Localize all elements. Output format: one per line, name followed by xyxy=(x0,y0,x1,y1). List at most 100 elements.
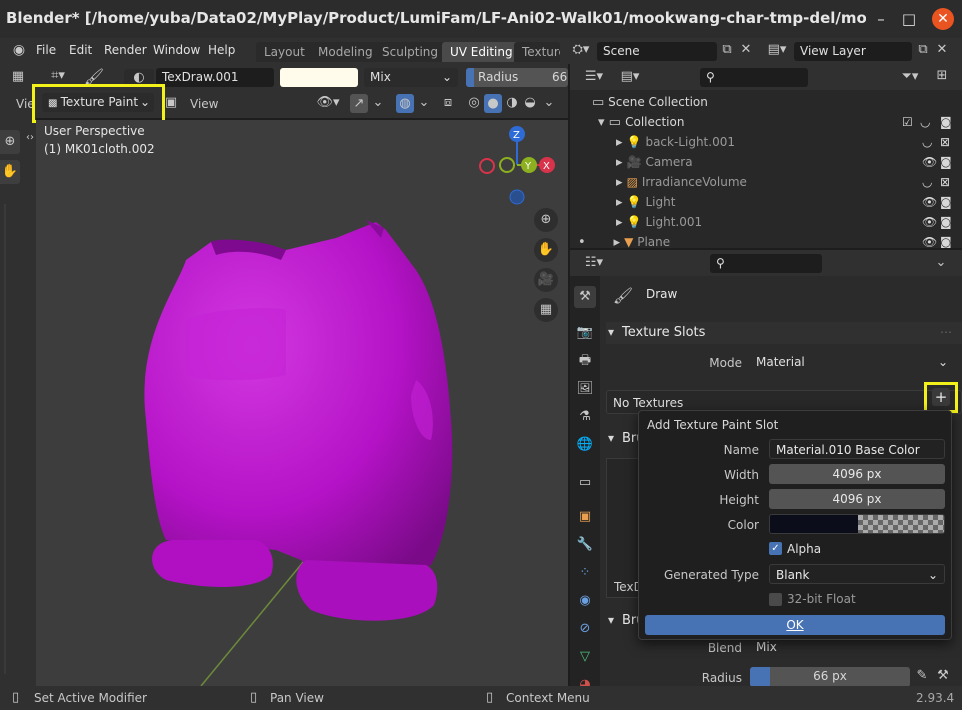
tool-tab-icon[interactable]: ⚒ xyxy=(574,286,596,308)
mode-select[interactable]: ▩ Texture Paint ⌄ xyxy=(42,93,154,112)
properties-editor-icon[interactable]: ☷▾ xyxy=(580,255,608,270)
scene-icon[interactable]: ⛭▾ xyxy=(566,42,596,57)
tool-icon[interactable]: ⌗▾ xyxy=(44,68,72,83)
xray-toggle-icon[interactable]: ⧈ xyxy=(440,95,456,110)
unified-size-icon[interactable]: ⚒ xyxy=(934,668,952,683)
eye-icon[interactable]: ◡ xyxy=(920,112,930,132)
view-layer-tab-icon[interactable]: 🖼 xyxy=(574,378,596,400)
tab-layout[interactable]: Layout xyxy=(256,42,313,62)
scene-name-field[interactable]: Scene xyxy=(597,42,717,61)
mask-toggle-icon[interactable]: ▣ xyxy=(164,95,178,110)
eye-icon[interactable]: ◡ xyxy=(922,172,932,192)
navigation-gizmo[interactable]: Z X Y xyxy=(476,124,562,210)
drag-handle-icon[interactable]: ⋯ xyxy=(940,325,952,339)
outliner-item[interactable]: ▸ 💡 Light 👁 ◙ xyxy=(616,192,962,212)
tab-sculpting[interactable]: Sculpting xyxy=(374,42,447,62)
brush2-panel-header[interactable]: ▾ Bru xyxy=(606,610,645,632)
editor-type-icon[interactable]: ▦ xyxy=(8,69,28,84)
output-tab-icon[interactable]: 🖶 xyxy=(574,350,596,372)
ok-button[interactable]: OK xyxy=(645,615,945,635)
neg-x-handle[interactable] xyxy=(479,158,495,174)
outliner-item[interactable]: ▸ ▨ IrradianceVolume ◡ ⊠ xyxy=(616,172,962,192)
float-checkbox[interactable] xyxy=(769,593,782,606)
collection-tab-icon[interactable]: ▭ xyxy=(574,472,596,494)
mode-select[interactable]: Material ⌄ xyxy=(750,352,954,372)
checkbox-icon[interactable]: ☑ xyxy=(902,112,913,132)
name-field[interactable]: Material.010 Base Color xyxy=(769,439,945,459)
display-mode-icon[interactable]: ▤▾ xyxy=(616,69,644,84)
alpha-checkbox[interactable]: ✓ xyxy=(769,542,782,555)
color-swatch[interactable] xyxy=(769,514,945,534)
outliner-item[interactable]: ▸ 💡 Light.001 👁 ◙ xyxy=(616,212,962,232)
collection-row[interactable]: ▾ ▭ Collection ☑ ◡ ◙ xyxy=(598,112,962,132)
menu-help[interactable]: Help xyxy=(208,43,235,57)
constraints-tab-icon[interactable]: ⊘ xyxy=(574,618,596,640)
outliner-editor-icon[interactable]: ☰▾ xyxy=(580,69,608,84)
camera-icon[interactable]: ⊠ xyxy=(940,132,950,152)
new-collection-icon[interactable]: ⊞ xyxy=(932,68,952,83)
radius-slider[interactable]: 66 px xyxy=(750,667,910,686)
overlay-toggle-icon[interactable]: ◍ xyxy=(396,94,414,113)
brush-panel-header[interactable]: ▾ Bru xyxy=(606,428,645,450)
blender-logo-icon[interactable]: ◉ xyxy=(10,42,28,58)
eye-icon[interactable]: 👁 xyxy=(922,152,937,172)
brush-name-field[interactable]: TexDraw.001 xyxy=(156,68,274,87)
chevron-down-icon[interactable]: ⌄ xyxy=(932,255,950,270)
modifier-tab-icon[interactable]: 🔧 xyxy=(574,534,596,556)
view-menu[interactable]: View xyxy=(190,97,218,111)
menu-edit[interactable]: Edit xyxy=(69,43,92,57)
radius-slider[interactable]: Radius 66 xyxy=(466,68,568,87)
copy-scene-icon[interactable]: ⧉ xyxy=(718,42,736,57)
outliner-item[interactable]: • ▸ ▼ Plane 👁 ◙ xyxy=(578,232,962,248)
camera-view-icon[interactable]: 🎥 xyxy=(534,268,558,292)
close-button[interactable]: ✕ xyxy=(932,8,954,30)
camera-icon[interactable]: ◙ xyxy=(940,212,952,232)
eye-icon[interactable]: 👁 xyxy=(922,232,937,248)
camera-icon[interactable]: ◙ xyxy=(940,192,952,212)
properties-search[interactable]: ⚲ xyxy=(710,254,822,273)
collapse-arrow-icon[interactable]: ‹› xyxy=(24,132,36,143)
pen-pressure-icon[interactable]: ✎ xyxy=(914,668,930,683)
data-tab-icon[interactable]: ▽ xyxy=(574,646,596,668)
filter-icon[interactable]: ⏷▾ xyxy=(896,69,924,84)
paint-color-swatch[interactable] xyxy=(280,68,358,87)
tab-uv-editing[interactable]: UV Editing xyxy=(442,42,521,62)
camera-icon[interactable]: ◙ xyxy=(940,152,952,172)
world-tab-icon[interactable]: 🌐 xyxy=(574,434,596,456)
gizmo-toggle-icon[interactable]: ↗ xyxy=(350,94,368,113)
eye-icon[interactable]: 👁 xyxy=(922,192,937,212)
visibility-eye-icon[interactable]: 👁▾ xyxy=(314,95,342,110)
camera-icon[interactable]: ⊠ xyxy=(940,172,950,192)
blend-mode-select[interactable]: Mix ⌄ xyxy=(364,68,458,87)
camera-icon[interactable]: ◙ xyxy=(940,232,952,248)
tab-texture[interactable]: Texture xyxy=(514,42,560,62)
chevron-down-icon[interactable]: ⌄ xyxy=(542,95,556,110)
menu-window[interactable]: Window xyxy=(153,43,200,57)
render-tab-icon[interactable]: 📷 xyxy=(574,322,596,344)
shading-wireframe-icon[interactable]: ◎ xyxy=(466,95,482,110)
chevron-down-icon[interactable]: ⌄ xyxy=(418,95,430,110)
3d-viewport[interactable]: User Perspective (1) MK01cloth.002 Z X Y… xyxy=(36,120,568,686)
zoom-tool-icon[interactable]: ⊕ xyxy=(0,130,20,154)
scene-tab-icon[interactable]: ⚗ xyxy=(574,406,596,428)
tab-modeling[interactable]: Modeling xyxy=(310,42,381,62)
texture-slots-panel-header[interactable]: ▾ Texture Slots ⋯ xyxy=(606,322,962,344)
add-texture-slot-button[interactable]: + xyxy=(932,388,950,406)
width-field[interactable]: 4096 px xyxy=(769,464,945,484)
delete-scene-icon[interactable]: ✕ xyxy=(738,42,754,57)
shading-rendered-icon[interactable]: ◒ xyxy=(522,95,538,110)
eye-icon[interactable]: ◡ xyxy=(922,132,932,152)
outliner-search[interactable]: ⚲ xyxy=(700,68,808,87)
shading-material-icon[interactable]: ◑ xyxy=(504,95,520,110)
pan-icon[interactable]: ✋ xyxy=(534,238,558,262)
chevron-down-icon[interactable]: ⌄ xyxy=(372,95,384,110)
ortho-grid-icon[interactable]: ▦ xyxy=(534,298,558,322)
object-tab-icon[interactable]: ▣ xyxy=(574,506,596,528)
menu-file[interactable]: File xyxy=(36,43,56,57)
menu-render[interactable]: Render xyxy=(104,43,147,57)
generated-type-select[interactable]: Blank ⌄ xyxy=(769,564,945,584)
delete-view-layer-icon[interactable]: ✕ xyxy=(934,42,950,57)
minimize-button[interactable]: – xyxy=(870,8,892,30)
neg-z-handle[interactable] xyxy=(509,189,525,205)
camera-icon[interactable]: ◙ xyxy=(940,112,952,132)
